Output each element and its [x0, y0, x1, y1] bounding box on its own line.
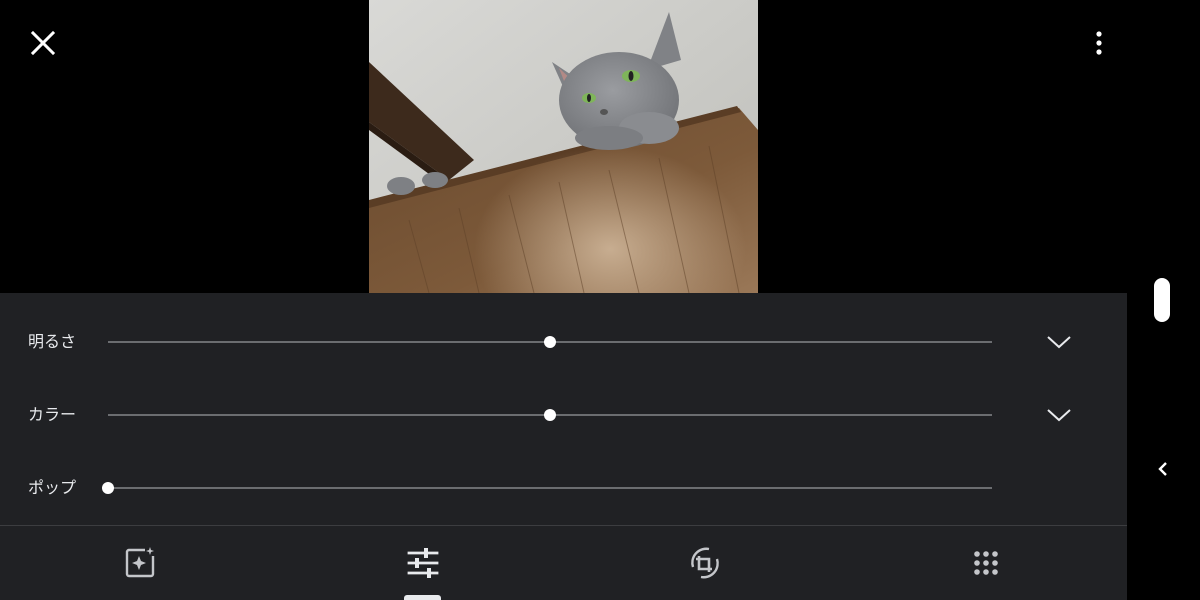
active-tab-indicator [404, 595, 441, 600]
crop-rotate-icon [691, 547, 719, 579]
scroll-handle[interactable] [1154, 278, 1170, 322]
auto-fix-icon [125, 546, 155, 578]
brightness-expand-button[interactable] [1044, 332, 1074, 352]
divider [0, 525, 1127, 526]
filters-grid-icon [974, 551, 998, 575]
color-slider-thumb[interactable] [544, 409, 556, 421]
adjustment-panel: 明るさ カラー ポップ [0, 293, 1127, 600]
pop-label: ポップ [28, 478, 77, 497]
color-expand-button[interactable] [1044, 405, 1074, 425]
filters-tool-button[interactable] [966, 543, 1006, 583]
crop-rotate-tool-button[interactable] [685, 543, 725, 583]
pop-slider-thumb[interactable] [102, 482, 114, 494]
photo-preview [369, 0, 758, 293]
chevron-left-icon [1158, 462, 1167, 476]
brightness-slider-thumb[interactable] [544, 336, 556, 348]
cat-photo [369, 0, 758, 293]
chevron-down-icon [1047, 336, 1071, 349]
side-panel-toggle-button[interactable] [1154, 458, 1172, 480]
tune-icon [407, 548, 439, 578]
close-button[interactable] [26, 26, 60, 60]
more-vert-icon [1096, 31, 1102, 55]
color-label: カラー [28, 405, 77, 424]
brightness-label: 明るさ [28, 332, 77, 351]
suggestions-tool-button[interactable] [120, 543, 160, 583]
adjust-tool-button[interactable] [403, 543, 443, 583]
close-icon [30, 30, 56, 56]
more-options-button[interactable] [1086, 26, 1112, 60]
pop-slider-track[interactable] [108, 487, 992, 489]
chevron-down-icon [1047, 409, 1071, 422]
